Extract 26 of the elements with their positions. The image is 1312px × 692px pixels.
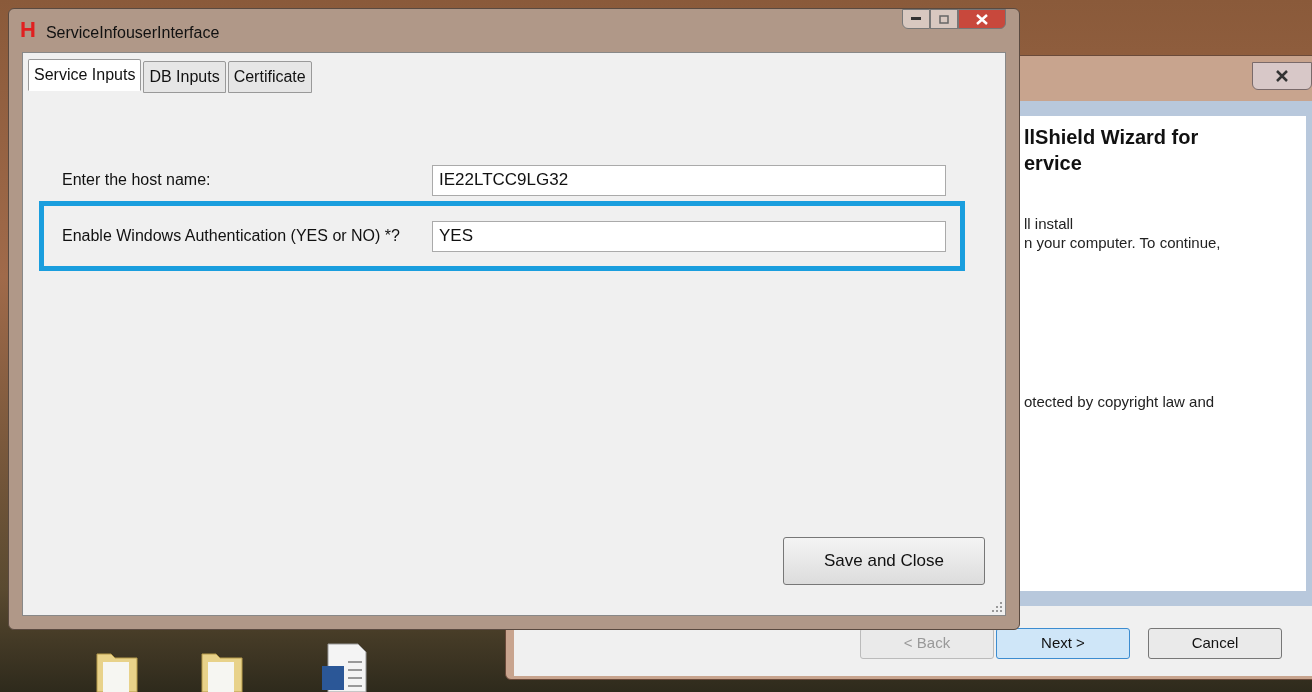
wizard-paragraph: ll install n your computer. To continue, [1024, 214, 1222, 252]
minimize-button[interactable] [902, 9, 930, 29]
save-and-close-button[interactable]: Save and Close [783, 537, 985, 585]
wizard-heading: ervice [1024, 151, 1083, 176]
wizard-paragraph: otected by copyright law and [1024, 392, 1216, 411]
tab[interactable]: Service Inputs [28, 59, 142, 91]
tab[interactable]: Certificate [227, 61, 312, 93]
field-label: Enter the host name: [62, 170, 212, 190]
field-label: Enable Windows Authentication (YES or NO) *? [62, 226, 401, 246]
wizard-heading: llShield Wizard for [1024, 125, 1200, 150]
text-field[interactable]: IE22LTCC9LG32 [432, 164, 946, 196]
resize-grip-icon[interactable] [991, 601, 1003, 613]
folder-icon[interactable] [95, 650, 139, 692]
tab[interactable]: DB Inputs [143, 61, 226, 93]
wizard-button[interactable]: Next > [996, 628, 1130, 659]
close-button[interactable] [958, 9, 1006, 29]
close-icon [1276, 70, 1288, 82]
window-title: ServiceInfouserInterface [45, 23, 220, 43]
close-icon [976, 13, 988, 25]
maximize-icon [939, 14, 949, 24]
folder-icon[interactable] [200, 650, 244, 692]
text-field[interactable]: YES [432, 220, 946, 252]
wizard-button[interactable]: Cancel [1148, 628, 1282, 659]
app-logo: H [20, 19, 36, 41]
minimize-icon [911, 17, 921, 21]
close-button[interactable] [1252, 62, 1312, 90]
